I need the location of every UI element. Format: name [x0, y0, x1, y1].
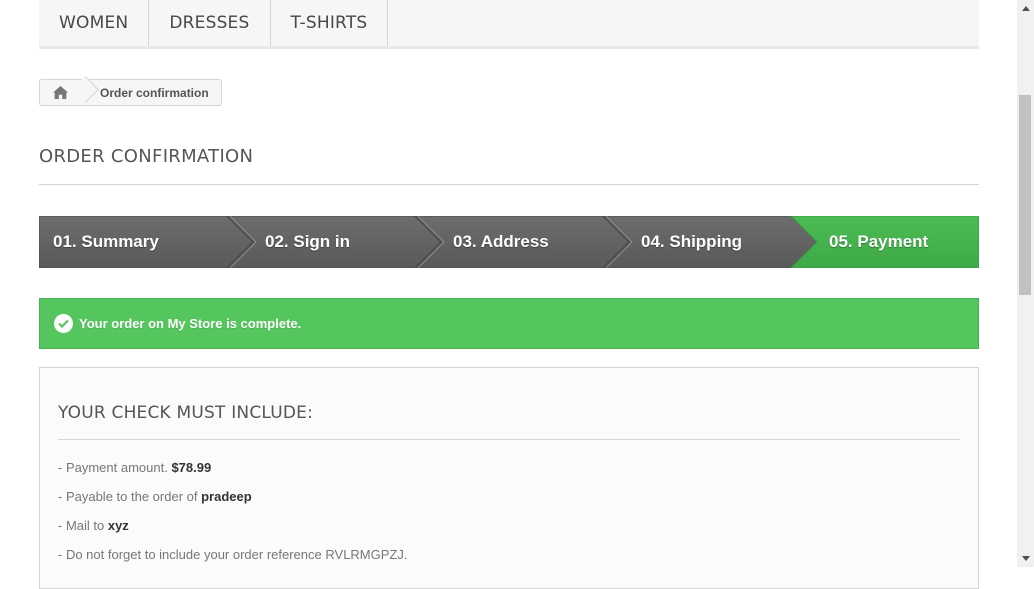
- breadcrumb: Order confirmation: [39, 79, 222, 106]
- payable-to-line: - Payable to the order of pradeep: [58, 489, 252, 504]
- step-payment: 05. Payment: [829, 232, 929, 251]
- step-address[interactable]: 03. Address: [453, 216, 549, 268]
- check-box-title: YOUR CHECK MUST INCLUDE:: [58, 403, 960, 440]
- line-prefix: - Do not forget to include your order re…: [58, 547, 408, 562]
- scroll-up-arrow-icon[interactable]: [1017, 0, 1034, 17]
- nav-item-women[interactable]: WOMEN: [39, 0, 150, 46]
- line-prefix: - Mail to: [58, 518, 108, 533]
- nav-item-dresses[interactable]: DRESSES: [149, 0, 271, 46]
- page-scrollbar[interactable]: [1017, 0, 1034, 567]
- check-instructions-box: YOUR CHECK MUST INCLUDE: - Payment amoun…: [39, 367, 979, 589]
- order-reference-line: - Do not forget to include your order re…: [58, 547, 407, 562]
- home-link[interactable]: [40, 80, 80, 105]
- payable-to-value: pradeep: [201, 489, 252, 504]
- breadcrumb-current: Order confirmation: [100, 85, 209, 100]
- line-prefix: - Payment amount.: [58, 460, 172, 475]
- nav-item-tshirts[interactable]: T-SHIRTS: [271, 0, 389, 46]
- line-prefix: - Payable to the order of: [58, 489, 202, 504]
- order-complete-alert: Your order on My Store is complete.: [39, 298, 979, 349]
- step-sign-in[interactable]: 02. Sign in: [265, 216, 350, 268]
- top-menu: WOMEN DRESSES T-SHIRTS: [39, 0, 979, 49]
- alert-message: Your order on My Store is complete.: [79, 316, 302, 331]
- order-steps: 01. Summary 02. Sign in 03. Address 04. …: [39, 216, 979, 268]
- payment-amount-value: $78.99: [171, 460, 212, 475]
- mail-to-value: xyz: [107, 518, 129, 533]
- page-title: ORDER CONFIRMATION: [39, 146, 979, 185]
- scrollbar-thumb[interactable]: [1019, 95, 1031, 295]
- scroll-down-arrow-icon[interactable]: [1017, 550, 1034, 567]
- step-summary[interactable]: 01. Summary: [53, 216, 159, 268]
- mail-to-line: - Mail to xyz: [58, 518, 129, 533]
- check-circle-icon: [54, 314, 73, 333]
- payment-amount-line: - Payment amount. $78.99: [58, 460, 211, 475]
- step-shipping[interactable]: 04. Shipping: [641, 216, 742, 268]
- home-icon: [52, 86, 68, 99]
